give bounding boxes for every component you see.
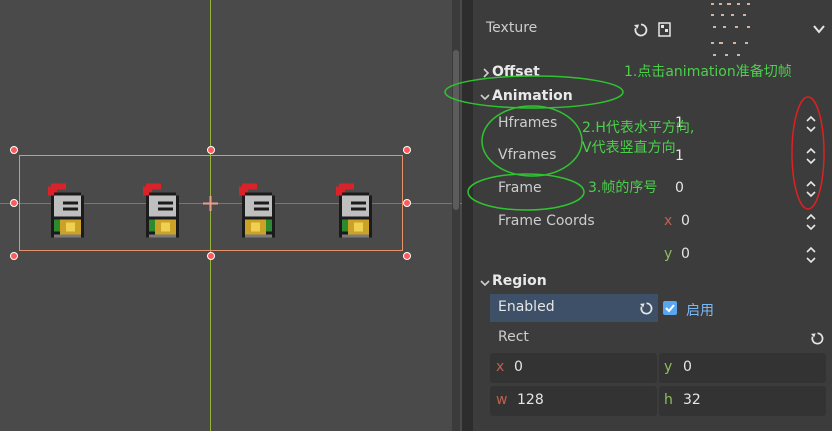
hframes-label: Hframes	[498, 115, 558, 131]
resize-handle[interactable]	[10, 199, 18, 207]
rect-w-axis: w	[496, 392, 508, 408]
texture-load-icon[interactable]	[657, 21, 673, 38]
offset-section-header[interactable]: Offset	[492, 64, 540, 80]
spin-arrows-icon[interactable]	[805, 114, 817, 134]
enabled-checkbox-label[interactable]: 启用	[686, 300, 714, 320]
vframes-label: Vframes	[498, 147, 557, 163]
frame-coords-x-value[interactable]: 0	[681, 213, 690, 229]
enabled-label: Enabled	[498, 299, 555, 315]
rect-h-axis: h	[664, 392, 673, 408]
rect-x-axis: x	[496, 359, 505, 375]
chevron-down-icon[interactable]	[812, 22, 826, 36]
rect-x-value[interactable]: 0	[514, 359, 523, 375]
region-section-header[interactable]: Region	[492, 273, 547, 289]
spin-arrows-icon[interactable]	[805, 245, 817, 265]
rect-w-field[interactable]	[490, 386, 657, 416]
spin-arrows-icon[interactable]	[805, 212, 817, 232]
rect-y-axis: y	[664, 359, 673, 375]
resize-handle[interactable]	[403, 199, 411, 207]
knight-sprite-frame	[336, 183, 372, 238]
spin-arrows-icon[interactable]	[805, 146, 817, 166]
rect-w-value[interactable]: 128	[517, 392, 544, 408]
resize-handle[interactable]	[207, 252, 215, 260]
reset-icon[interactable]	[810, 331, 825, 346]
frame-coords-y-axis: y	[664, 246, 673, 262]
viewport-scrollbar[interactable]	[452, 0, 460, 431]
checkbox-checked-icon[interactable]	[663, 301, 677, 315]
frame-coords-x-axis: x	[664, 213, 673, 229]
spin-arrows-icon[interactable]	[805, 179, 817, 199]
frame-label: Frame	[498, 180, 542, 196]
chevron-down-icon	[480, 94, 490, 101]
frame-coords-label: Frame Coords	[498, 213, 595, 229]
resize-handle[interactable]	[10, 146, 18, 154]
knight-sprite-frame	[143, 183, 179, 238]
annotation-note-2-line1: 2.H代表水平方向,	[582, 120, 695, 136]
frame-value[interactable]: 0	[675, 180, 684, 196]
animation-section-header[interactable]: Animation	[492, 88, 573, 104]
resize-handle[interactable]	[207, 146, 215, 154]
rect-label: Rect	[498, 329, 529, 345]
panel-divider[interactable]	[462, 0, 473, 431]
annotation-note-3: 3.帧的序号	[588, 180, 658, 196]
reset-icon[interactable]	[633, 22, 649, 38]
canvas-viewport[interactable]	[0, 0, 462, 431]
annotation-note-2-line2: V代表竖直方向	[582, 140, 676, 156]
vframes-value[interactable]: 1	[675, 148, 684, 164]
knight-sprite-frame	[239, 183, 275, 238]
texture-preview[interactable]	[707, 0, 773, 60]
knight-sprite-frame	[48, 183, 84, 238]
chevron-down-icon	[480, 280, 490, 287]
frame-coords-y-value[interactable]: 0	[681, 246, 690, 262]
rect-h-value[interactable]: 32	[683, 392, 701, 408]
resize-handle[interactable]	[10, 252, 18, 260]
resize-handle[interactable]	[403, 252, 411, 260]
resize-handle[interactable]	[403, 146, 411, 154]
scrollbar-thumb[interactable]	[453, 50, 459, 210]
reset-icon[interactable]	[639, 301, 654, 316]
rect-y-value[interactable]: 0	[683, 359, 692, 375]
annotation-note-1: 1.点击animation准备切帧	[624, 64, 792, 80]
pivot-icon[interactable]	[203, 196, 218, 211]
texture-label: Texture	[486, 20, 538, 36]
chevron-right-icon	[483, 68, 490, 78]
